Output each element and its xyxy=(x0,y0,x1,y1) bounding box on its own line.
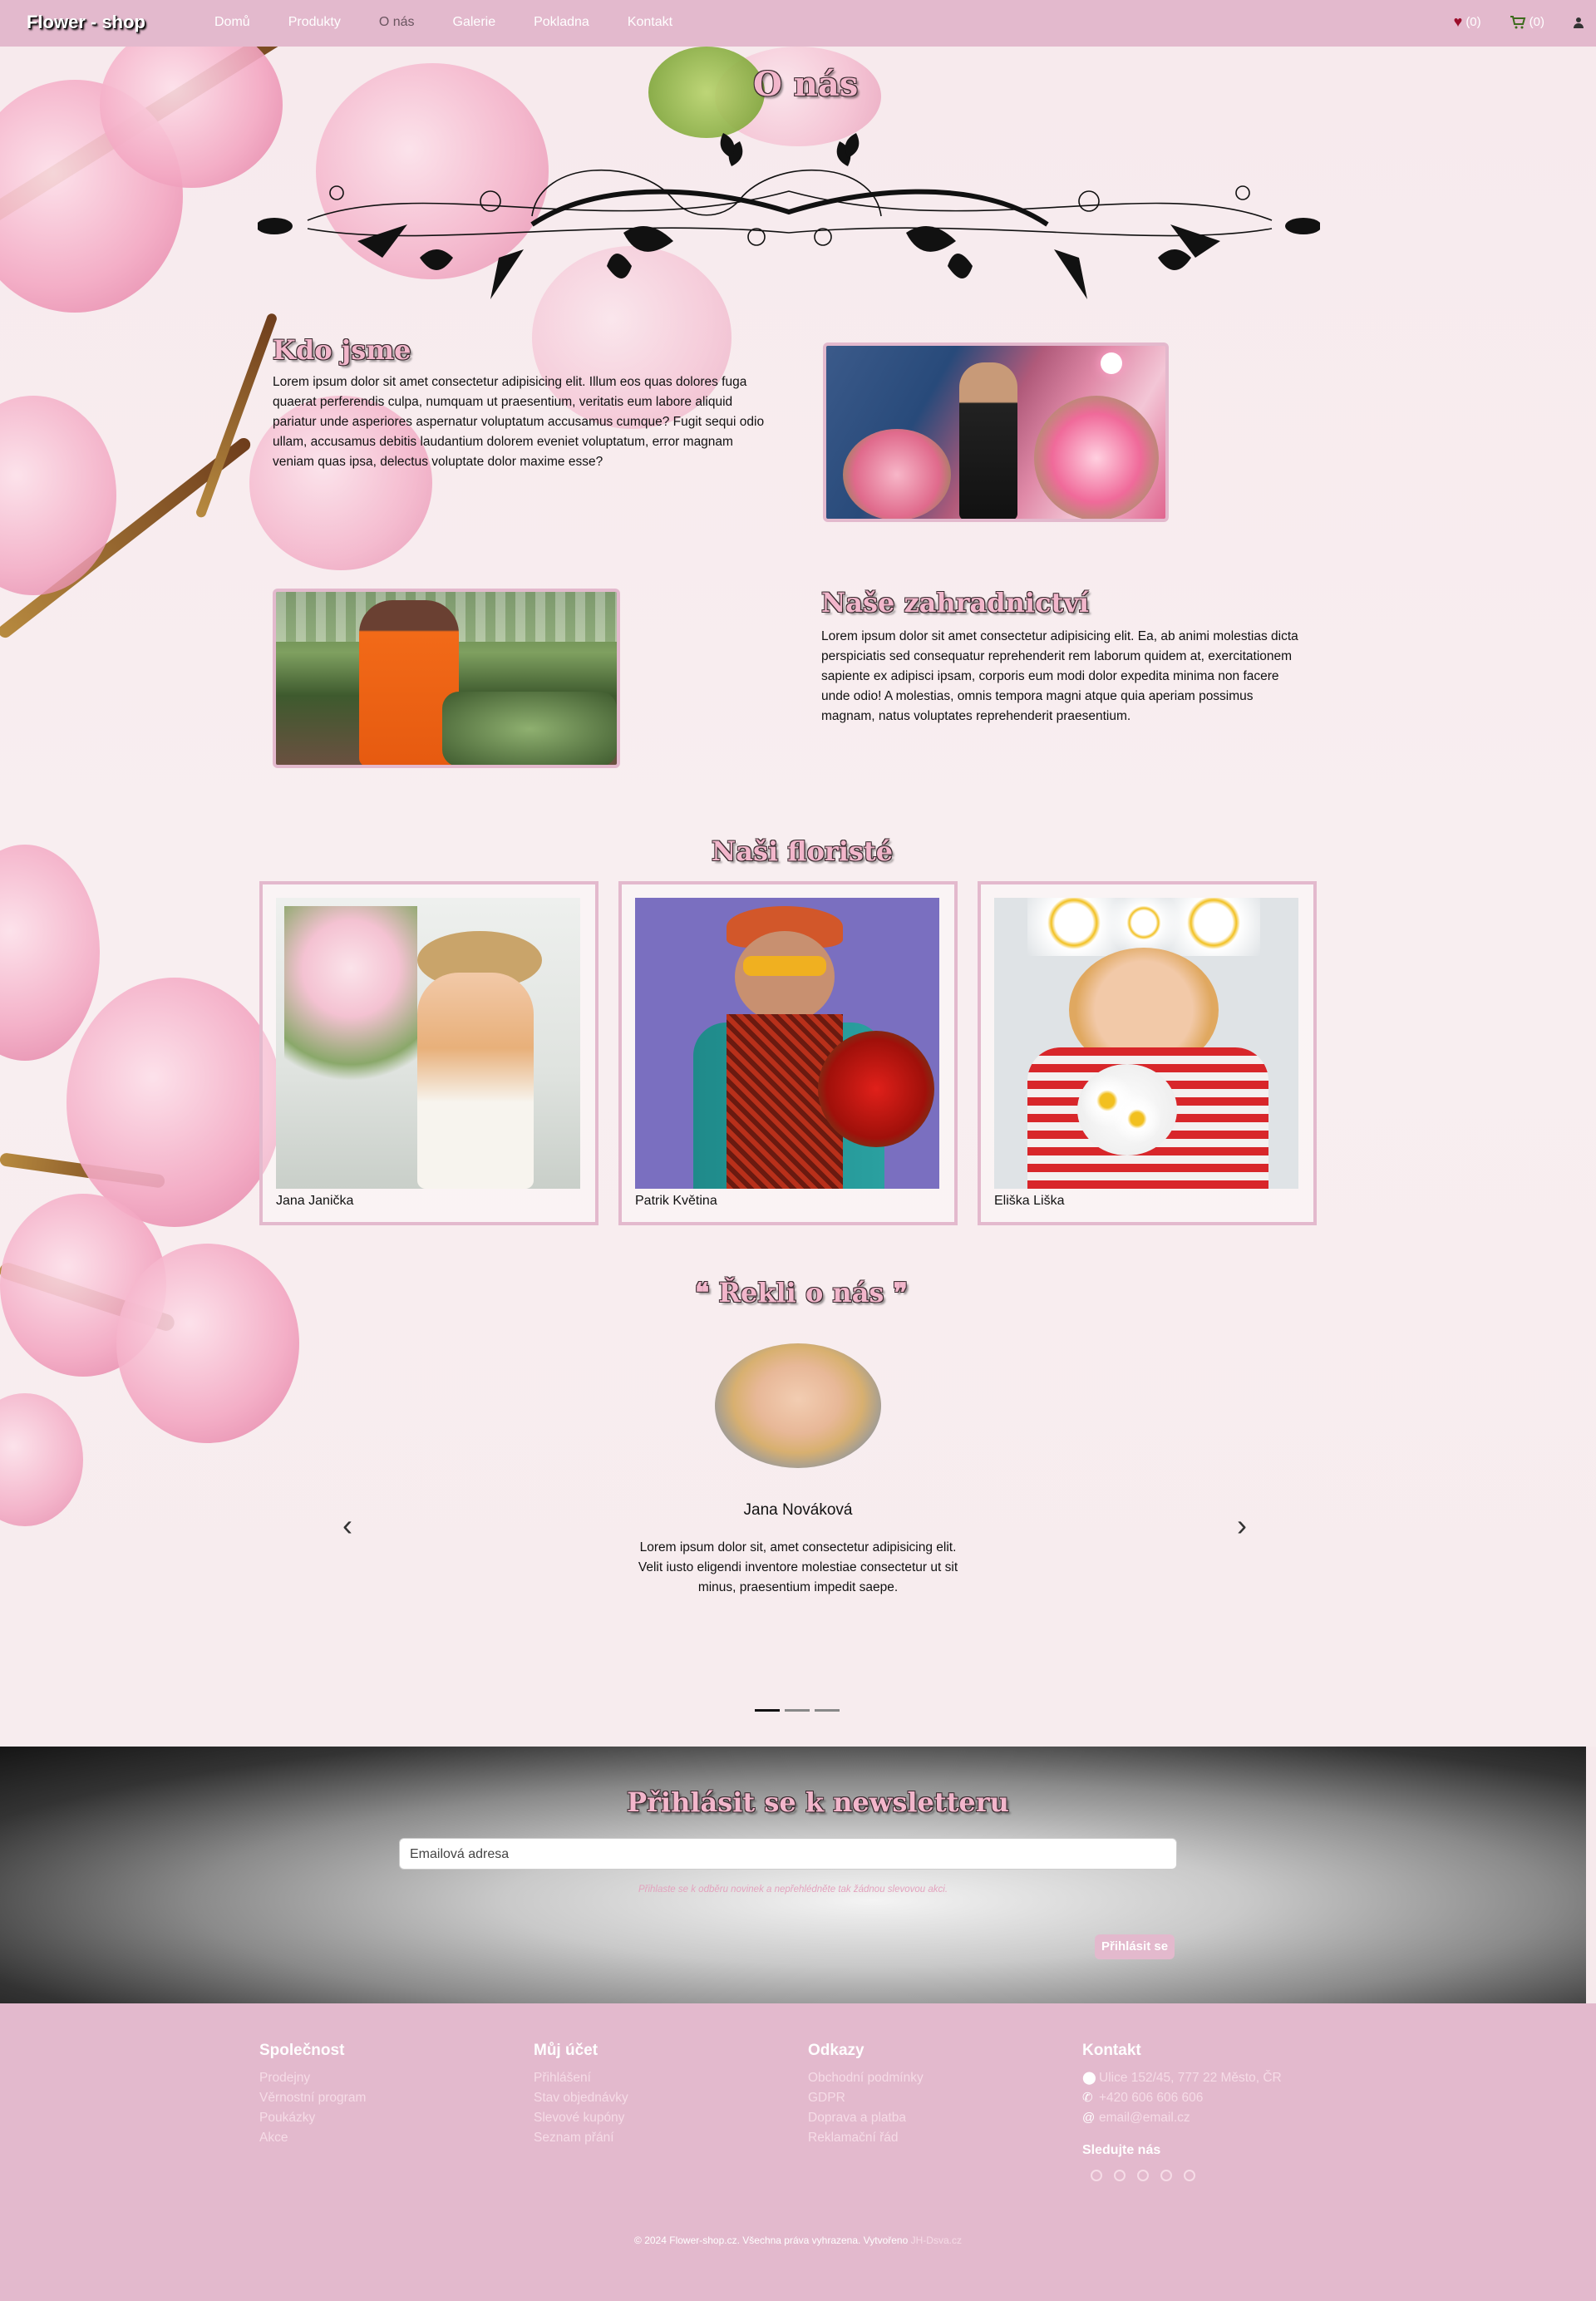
newsletter-fine-print: Přihlaste se k odběru novinek a nepřehlé… xyxy=(638,1885,948,1895)
footer-company-title: Společnost xyxy=(259,2042,345,2059)
newsletter-email-input[interactable]: Emailová adresa xyxy=(399,1838,1177,1870)
florist-photo xyxy=(994,898,1298,1189)
copyright: © 2024 Flower-shop.cz. Všechna práva vyh… xyxy=(634,2234,962,2246)
social-links xyxy=(1082,2170,1282,2181)
wishlist-button[interactable]: ♥ (0) xyxy=(1454,13,1481,31)
our-garden-heading: Naše zahradnictví xyxy=(821,587,1090,618)
footer-link[interactable]: Prodejny xyxy=(259,2068,366,2088)
follow-us-label: Sledujte nás xyxy=(1082,2143,1161,2157)
user-icon xyxy=(1574,17,1584,28)
footer: Společnost Prodejny Věrnostní program Po… xyxy=(0,2003,1596,2301)
footer-link[interactable]: Věrnostní program xyxy=(259,2088,366,2108)
nav-contact[interactable]: Kontakt xyxy=(628,15,672,30)
chevron-right-icon: › xyxy=(1237,1508,1247,1542)
account-button[interactable] xyxy=(1573,17,1584,28)
footer-links: Odkazy Obchodní podmínky GDPR Doprava a … xyxy=(808,2042,924,2148)
carousel-indicator[interactable] xyxy=(785,1709,810,1712)
footer-account-title: Můj účet xyxy=(534,2042,598,2059)
carousel-indicator[interactable] xyxy=(755,1709,780,1712)
footer-link[interactable]: Seznam přání xyxy=(534,2128,628,2148)
florist-card[interactable]: Jana Janička xyxy=(259,881,598,1225)
footer-links-title: Odkazy xyxy=(808,2042,864,2059)
nav-actions: ♥ (0) (0) xyxy=(1454,13,1596,31)
nav-checkout[interactable]: Pokladna xyxy=(534,15,589,30)
cart-count: (0) xyxy=(1529,15,1544,29)
cart-icon xyxy=(1510,15,1525,28)
footer-link[interactable]: Slevové kupóny xyxy=(534,2108,628,2128)
florist-name: Jana Janička xyxy=(276,1194,354,1208)
contact-phone[interactable]: ✆ +420 606 606 606 xyxy=(1082,2088,1282,2108)
cart-button[interactable]: (0) xyxy=(1510,15,1544,29)
nav-products[interactable]: Produkty xyxy=(288,15,341,30)
contact-address: ⬤ Ulice 152/45, 777 22 Město, ČR xyxy=(1082,2068,1282,2088)
nav-home[interactable]: Domů xyxy=(214,15,250,30)
phone-icon: ✆ xyxy=(1082,2091,1093,2105)
nav-about[interactable]: O nás xyxy=(379,15,415,30)
florist-photo xyxy=(635,898,939,1189)
navbar: Flower - shop Domů Produkty O nás Galeri… xyxy=(0,0,1596,47)
credit-link[interactable]: JH-Dsva.cz xyxy=(911,2234,962,2246)
footer-link[interactable]: Poukázky xyxy=(259,2108,366,2128)
who-we-are-text: Lorem ipsum dolor sit amet consectetur a… xyxy=(273,375,765,469)
footer-link[interactable]: Doprava a platba xyxy=(808,2108,924,2128)
footer-account: Můj účet Přihlášení Stav objednávky Slev… xyxy=(534,2042,628,2148)
carousel-next-button[interactable]: › xyxy=(1237,1508,1247,1543)
florist-name: Eliška Liška xyxy=(994,1194,1065,1208)
florists-heading: Naši floristé xyxy=(712,835,894,867)
carousel-indicator[interactable] xyxy=(815,1709,840,1712)
at-icon: @ xyxy=(1082,2111,1096,2125)
florist-card[interactable]: Eliška Liška xyxy=(978,881,1317,1225)
florist-name: Patrik Květina xyxy=(635,1194,717,1208)
footer-link[interactable]: Reklamační řád xyxy=(808,2128,924,2148)
youtube-icon[interactable] xyxy=(1184,2170,1195,2181)
facebook-icon[interactable] xyxy=(1091,2170,1102,2181)
footer-link[interactable]: Stav objednávky xyxy=(534,2088,628,2108)
carousel-prev-button[interactable]: ‹ xyxy=(342,1508,352,1543)
florist-card[interactable]: Patrik Květina xyxy=(618,881,958,1225)
florist-photo xyxy=(276,898,580,1189)
newsletter-subscribe-button[interactable]: Přihlásit se xyxy=(1095,1934,1175,1959)
footer-link[interactable]: GDPR xyxy=(808,2088,924,2108)
chevron-left-icon: ‹ xyxy=(342,1508,352,1542)
footer-contact: Kontakt ⬤ Ulice 152/45, 777 22 Město, ČR … xyxy=(1082,2042,1282,2181)
testimonials-heading: ❝ Řekli o nás ❞ xyxy=(695,1277,908,1308)
testimonial-name: Jana Nováková xyxy=(743,1501,853,1519)
our-garden-text: Lorem ipsum dolor sit amet consectetur a… xyxy=(821,629,1298,723)
garden-center-photo xyxy=(273,589,620,768)
page-title: O nás xyxy=(753,65,859,104)
carousel-indicators xyxy=(755,1709,840,1712)
who-we-are-heading: Kdo jsme xyxy=(273,334,411,366)
nav-gallery[interactable]: Galerie xyxy=(453,15,496,30)
testimonial-avatar xyxy=(715,1343,881,1468)
testimonial-text: Lorem ipsum dolor sit, amet consectetur … xyxy=(638,1540,958,1594)
tiktok-icon[interactable] xyxy=(1137,2170,1149,2181)
instagram-icon[interactable] xyxy=(1114,2170,1126,2181)
newsletter-heading: Přihlásit se k newsletteru xyxy=(627,1786,1009,1818)
contact-email[interactable]: @ email@email.cz xyxy=(1082,2108,1282,2128)
footer-link[interactable]: Přihlášení xyxy=(534,2068,628,2088)
floral-ornament xyxy=(258,133,1320,299)
footer-contact-title: Kontakt xyxy=(1082,2042,1141,2059)
footer-link[interactable]: Akce xyxy=(259,2128,366,2148)
brand-logo[interactable]: Flower - shop xyxy=(27,12,145,33)
newsletter-section: Přihlásit se k newsletteru Emailová adre… xyxy=(0,1747,1586,2003)
heart-icon: ♥ xyxy=(1453,13,1463,30)
footer-company: Společnost Prodejny Věrnostní program Po… xyxy=(259,2042,366,2148)
florist-shop-photo xyxy=(823,342,1169,522)
map-pin-icon: ⬤ xyxy=(1082,2071,1096,2085)
main-menu: Domů Produkty O nás Galerie Pokladna Kon… xyxy=(214,15,711,30)
wishlist-count: (0) xyxy=(1465,15,1481,29)
footer-link[interactable]: Obchodní podmínky xyxy=(808,2068,924,2088)
pinterest-icon[interactable] xyxy=(1160,2170,1172,2181)
